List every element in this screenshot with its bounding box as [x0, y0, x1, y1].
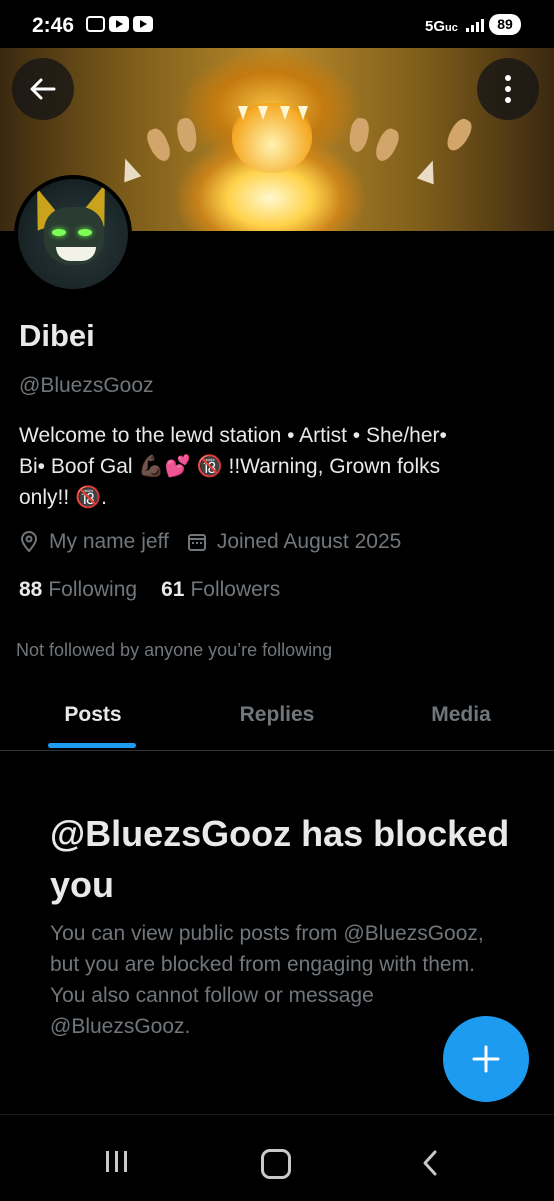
blocked-title: @BluezsGooz has blocked you [50, 813, 510, 905]
chevron-left-icon [423, 1150, 437, 1176]
avatar-image [18, 179, 128, 289]
calendar-icon [187, 534, 206, 551]
arrow-left-icon [30, 78, 56, 100]
tab-media[interactable]: Media [405, 690, 517, 750]
banner-tooth [280, 106, 290, 120]
profile-tabs: Posts Replies Media [0, 690, 554, 751]
blocked-description: You can view public posts from @BluezsGo… [50, 922, 484, 1038]
signal-icon [466, 18, 484, 32]
status-bar: 2:46 5Guc 89 [0, 0, 554, 48]
back-button[interactable] [12, 58, 74, 120]
compose-button[interactable] [443, 1016, 529, 1102]
system-back-button[interactable] [420, 1149, 440, 1182]
system-nav-bar [0, 1114, 554, 1201]
banner-claw [442, 115, 476, 155]
profile-bio: Welcome to the lewd station • Artist • S… [19, 424, 447, 509]
banner-tooth [298, 106, 308, 120]
banner-tooth [258, 106, 268, 120]
avatar-eye [52, 229, 66, 236]
banner-tooth [238, 106, 248, 120]
followers-link[interactable]: 61 Followers [161, 578, 280, 602]
home-button[interactable] [261, 1149, 291, 1179]
tab-posts[interactable]: Posts [40, 690, 146, 750]
banner-claw [175, 116, 199, 154]
banner-spike [116, 155, 142, 183]
follow-stats: 88 Following 61 Followers [19, 578, 280, 602]
youtube-icon [109, 16, 129, 32]
not-followed-notice: Not followed by anyone you’re following [16, 640, 333, 660]
plus-icon [472, 1045, 500, 1073]
tab-replies[interactable]: Replies [215, 690, 339, 750]
profile-meta: My name jeff Joined August 2025 [19, 530, 419, 554]
more-vertical-icon [505, 75, 511, 103]
avatar[interactable] [14, 175, 132, 293]
location-item: My name jeff [19, 530, 169, 554]
joined-date: Joined August 2025 [216, 530, 402, 553]
username-handle: @BluezsGooz [19, 374, 154, 397]
avatar-eye [78, 229, 92, 236]
status-time: 2:46 [32, 14, 75, 37]
battery-indicator: 89 [489, 14, 521, 35]
youtube-icon [133, 16, 153, 32]
recents-button[interactable] [106, 1151, 127, 1172]
banner-claw [371, 125, 403, 165]
joined-item: Joined August 2025 [187, 530, 402, 554]
banner-spike [416, 157, 442, 185]
banner-claw [347, 116, 371, 154]
following-link[interactable]: 88 Following [19, 578, 137, 602]
location-pin-icon [20, 531, 38, 553]
more-options-button[interactable] [477, 58, 539, 120]
network-type: 5Guc [425, 18, 458, 35]
active-tab-indicator [48, 743, 136, 748]
banner-claw [143, 125, 175, 165]
location-text: My name jeff [49, 530, 169, 553]
display-name: Dibei [19, 318, 95, 353]
screenshot-icon [86, 16, 105, 32]
notification-icons [86, 16, 153, 32]
